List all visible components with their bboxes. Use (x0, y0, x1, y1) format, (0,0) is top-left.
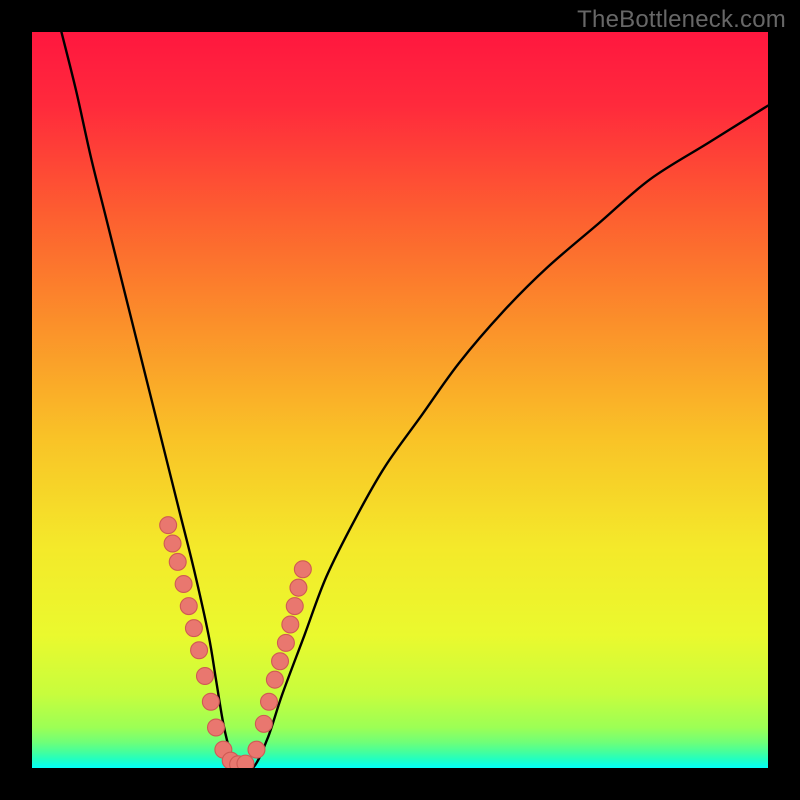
curve-marker (196, 668, 213, 685)
curve-marker (266, 671, 283, 688)
curve-marker (282, 616, 299, 633)
curve-marker (164, 535, 181, 552)
curve-marker (261, 693, 278, 710)
curve-marker (237, 755, 254, 768)
curve-marker (255, 715, 272, 732)
curve-marker (180, 598, 197, 615)
curve-marker (175, 576, 192, 593)
curve-marker (169, 553, 186, 570)
curve-marker (286, 598, 303, 615)
marker-group (160, 517, 312, 768)
curve-marker (160, 517, 177, 534)
curve-marker (185, 620, 202, 637)
curve-marker (208, 719, 225, 736)
curve-marker (191, 642, 208, 659)
curve-marker (272, 653, 289, 670)
curve-marker (294, 561, 311, 578)
chart-svg (32, 32, 768, 768)
bottleneck-curve (61, 32, 768, 768)
watermark-text: TheBottleneck.com (577, 6, 786, 34)
curve-marker (248, 741, 265, 758)
outer-frame: TheBottleneck.com (0, 0, 800, 800)
plot-area (32, 32, 768, 768)
curve-marker (290, 579, 307, 596)
curve-marker (277, 634, 294, 651)
curve-marker (202, 693, 219, 710)
